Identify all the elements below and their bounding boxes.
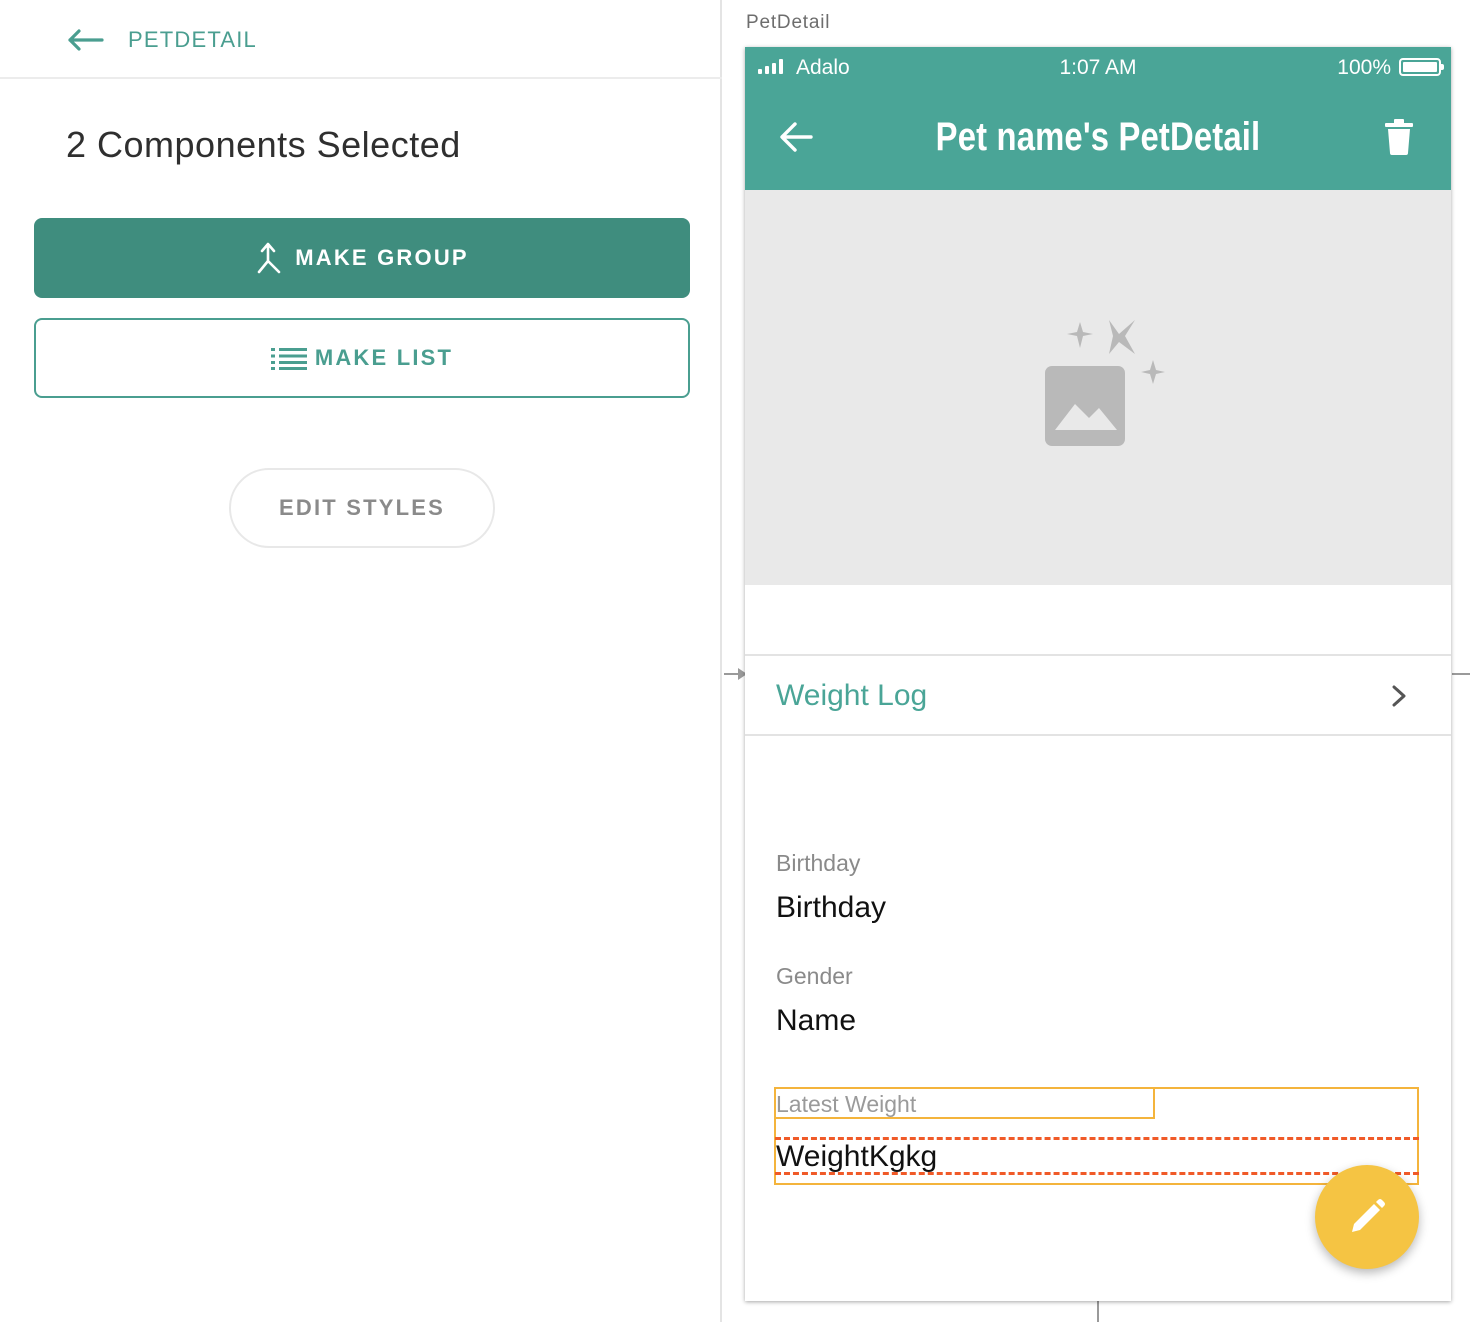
selection-dashed-guide xyxy=(775,1137,1419,1140)
properties-panel: PETDETAIL 2 Components Selected MAKE GRO… xyxy=(0,0,722,1322)
panel-header: PETDETAIL xyxy=(0,0,722,79)
app-bar-title: Pet name's PetDetail xyxy=(935,115,1261,159)
pencil-icon xyxy=(1352,1199,1385,1232)
merge-icon xyxy=(257,242,281,274)
back-to-screen-button[interactable]: PETDETAIL xyxy=(66,22,257,58)
arrow-left-icon xyxy=(68,29,104,51)
selection-group-outline xyxy=(774,1087,1419,1185)
link-connector-bottom xyxy=(1097,1300,1099,1322)
link-connector-out xyxy=(1452,673,1470,675)
weight-log-label: Weight Log xyxy=(776,679,928,712)
birthday-value[interactable]: Birthday xyxy=(776,891,886,925)
back-label: PETDETAIL xyxy=(128,27,257,52)
selection-dashed-guide xyxy=(775,1172,1419,1175)
chevron-right-icon xyxy=(1392,685,1406,707)
battery-icon xyxy=(1399,58,1444,76)
trash-icon[interactable] xyxy=(1385,119,1413,160)
weight-log-row[interactable]: Weight Log xyxy=(745,656,1451,734)
edit-styles-label: EDIT STYLES xyxy=(279,495,445,520)
make-list-button[interactable]: MAKE LIST xyxy=(34,318,690,398)
selection-title: 2 Components Selected xyxy=(66,124,461,165)
status-bar: Adalo 1:07 AM 100% xyxy=(745,47,1451,89)
image-sparkle-icon xyxy=(1045,320,1165,446)
gender-label[interactable]: Gender xyxy=(776,963,853,990)
gender-value[interactable]: Name xyxy=(776,1004,856,1038)
list-icon xyxy=(270,348,307,370)
editor-canvas: PetDetail Adalo 1:07 AM 100% Pet name's … xyxy=(724,0,1470,1322)
app-bar[interactable]: Adalo 1:07 AM 100% Pet name's PetDetail xyxy=(745,47,1451,190)
battery-percent: 100% xyxy=(1337,56,1391,79)
edit-fab-button[interactable] xyxy=(1315,1165,1419,1269)
birthday-label[interactable]: Birthday xyxy=(776,850,860,877)
screen-name-label[interactable]: PetDetail xyxy=(746,12,830,34)
make-group-label: MAKE GROUP xyxy=(295,245,469,270)
edit-styles-button[interactable]: EDIT STYLES xyxy=(229,468,495,548)
make-group-button[interactable]: MAKE GROUP xyxy=(34,218,690,298)
image-placeholder[interactable] xyxy=(745,190,1451,585)
make-list-label: MAKE LIST xyxy=(314,345,454,370)
phone-screen[interactable]: Adalo 1:07 AM 100% Pet name's PetDetail xyxy=(745,47,1451,1301)
divider xyxy=(745,734,1451,736)
